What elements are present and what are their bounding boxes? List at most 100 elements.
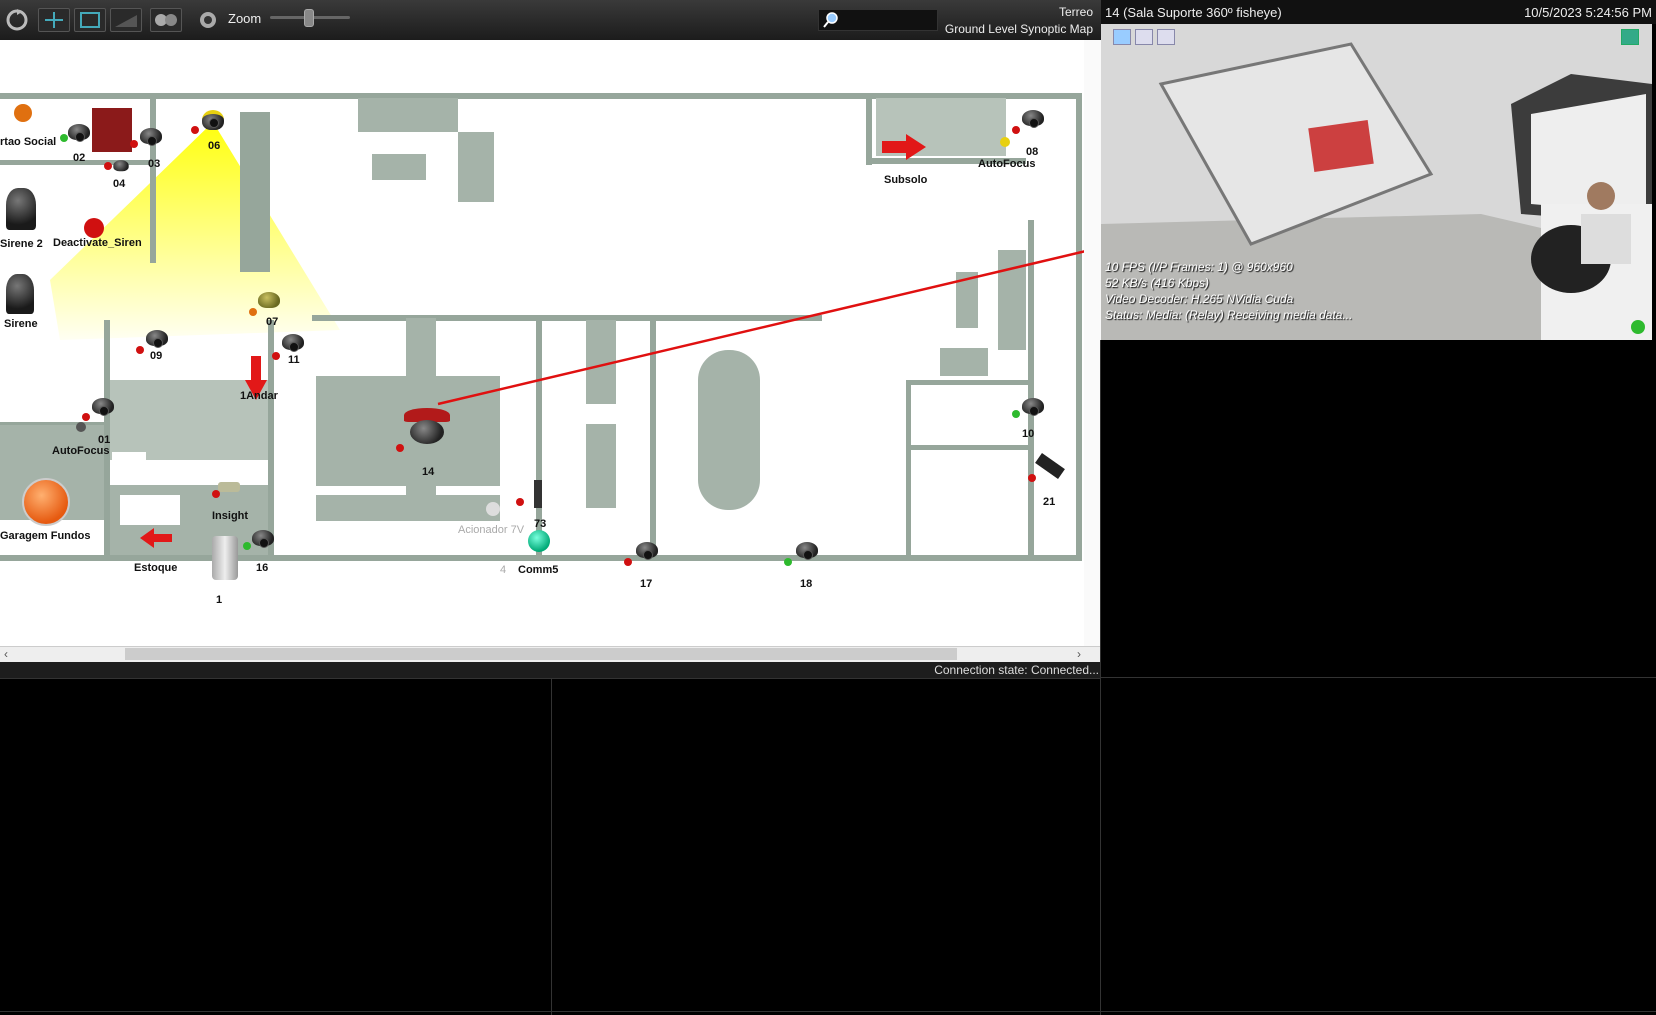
fit-map-button[interactable] [74, 8, 106, 32]
device-1-label: 1 [216, 594, 223, 606]
status-dot [76, 422, 86, 432]
acionador-label: Acionador 7V [458, 524, 525, 536]
layer-button[interactable] [110, 8, 142, 32]
sensor-73-icon[interactable] [534, 480, 542, 508]
camera-10-label: 10 [1022, 428, 1035, 440]
camera-02-label: 02 [73, 152, 86, 164]
siren-2-label: Sirene 2 [0, 238, 43, 250]
status-dot [212, 490, 220, 498]
deactivate-siren-label: Deactivate_Siren [53, 237, 142, 249]
map-description: Ground Level Synoptic Map [944, 22, 1093, 36]
subsolo-label: Subsolo [884, 174, 928, 186]
status-dot [104, 162, 112, 170]
device-4-label: 4 [500, 564, 507, 576]
status-dot [243, 542, 251, 550]
connection-state: Connection state: Connected... [934, 663, 1099, 677]
camera-17[interactable] [634, 538, 660, 560]
camera-11-label: 11 [288, 354, 300, 366]
empty-video-tile[interactable] [1101, 340, 1656, 677]
door-icon[interactable] [92, 108, 132, 152]
camera-01[interactable] [90, 394, 116, 416]
video-title: 14 (Sala Suporte 360º fisheye) [1105, 5, 1282, 20]
zoom-slider-thumb[interactable] [304, 9, 314, 27]
camera-18-label: 18 [800, 578, 813, 590]
camera-10[interactable] [1020, 394, 1046, 416]
comm5-icon[interactable] [528, 530, 550, 552]
camera-09-label: 09 [150, 350, 163, 362]
scroll-left-icon[interactable]: ‹ [4, 647, 8, 661]
video-bitrate-info: 52 KB/s (416 Kbps) [1105, 276, 1210, 290]
wide-view-button[interactable] [1157, 29, 1175, 45]
video-timestamp: 10/5/2023 5:24:56 PM [1524, 5, 1652, 20]
camera-16[interactable] [250, 526, 276, 548]
move-map-button[interactable] [38, 8, 70, 32]
portao-social-button[interactable] [14, 104, 32, 122]
subsolo-arrow-icon[interactable] [880, 132, 928, 162]
status-dot [136, 346, 144, 354]
camera-02[interactable] [66, 120, 92, 142]
insight-device-icon[interactable] [218, 482, 240, 492]
camera-14[interactable] [404, 408, 450, 448]
pane-divider [0, 1011, 1656, 1012]
camera-17-label: 17 [640, 578, 653, 590]
camera-08[interactable] [1020, 106, 1046, 128]
camera-layout-button[interactable] [150, 8, 182, 32]
zoom-label: Zoom [228, 11, 262, 26]
empty-video-tile[interactable] [0, 679, 551, 1011]
siren-icon[interactable] [6, 274, 34, 314]
status-dot [1000, 137, 1010, 147]
video-status-info: Status: Media: (Relay) Receiving media d… [1105, 308, 1353, 322]
camera-06[interactable] [200, 106, 226, 130]
status-dot [60, 134, 68, 142]
status-dot [396, 444, 404, 452]
camera-03-label: 03 [148, 158, 161, 170]
refresh-icon[interactable] [4, 8, 32, 32]
acionador-icon[interactable] [486, 502, 500, 516]
camera-06-label: 06 [208, 140, 221, 152]
status-dot [624, 558, 632, 566]
map-search-input[interactable] [818, 9, 938, 31]
empty-video-tile[interactable] [552, 679, 1101, 1011]
siren-2-icon[interactable] [6, 188, 36, 230]
status-dot [82, 413, 90, 421]
estoque-arrow-icon[interactable] [140, 528, 174, 548]
empty-video-tile[interactable] [1101, 678, 1656, 1011]
record-indicator-icon[interactable] [1621, 29, 1639, 45]
camera-08-label: 08 [1026, 146, 1039, 158]
camera-11[interactable] [280, 330, 306, 352]
horizontal-scrollbar-thumb[interactable] [125, 648, 957, 660]
camera-16-label: 16 [256, 562, 269, 574]
garagem-fundos-label: Garagem Fundos [0, 530, 91, 542]
camera-03[interactable] [138, 124, 164, 146]
camera-09[interactable] [144, 326, 170, 348]
status-dot [784, 558, 792, 566]
status-dot [1028, 474, 1036, 482]
camera-14-label: 14 [422, 466, 435, 478]
scroll-right-icon[interactable]: › [1077, 647, 1081, 661]
status-dot [1012, 410, 1020, 418]
device-1-icon[interactable] [212, 536, 238, 580]
deactivate-siren-button[interactable] [84, 218, 104, 238]
autofocus-label: AutoFocus [978, 158, 1036, 170]
status-dot [1012, 126, 1020, 134]
camera-21-label: 21 [1043, 496, 1056, 508]
garagem-fundos-button[interactable] [22, 478, 70, 526]
camera-04-label: 04 [113, 178, 126, 190]
synoptic-map[interactable]: rtao Social 02 03 04 06 Subsolo 08 AutoF… [0, 40, 1101, 662]
ptz-camera-icon[interactable] [194, 8, 226, 32]
insight-label: Insight [212, 510, 249, 522]
video-fps-info: 10 FPS (I/P Frames: 1) @ 960x960 [1105, 260, 1293, 274]
status-dot [249, 308, 257, 316]
camera-04[interactable] [112, 157, 130, 172]
camera-07[interactable] [256, 288, 282, 310]
quad-view-button[interactable] [1135, 29, 1153, 45]
portao-social-label: rtao Social [0, 136, 57, 148]
status-dot [191, 126, 199, 134]
video-tile[interactable]: 10 FPS (I/P Frames: 1) @ 960x960 52 KB/s… [1101, 24, 1652, 340]
camera-18[interactable] [794, 538, 820, 560]
map-toolbar: Zoom Terreo Ground Level Synoptic Map [0, 0, 1101, 41]
vertical-scrollbar[interactable] [1084, 40, 1101, 646]
video-header: 14 (Sala Suporte 360º fisheye) 10/5/2023… [1101, 0, 1656, 24]
single-view-button[interactable] [1113, 29, 1131, 45]
siren-label: Sirene [4, 318, 38, 330]
